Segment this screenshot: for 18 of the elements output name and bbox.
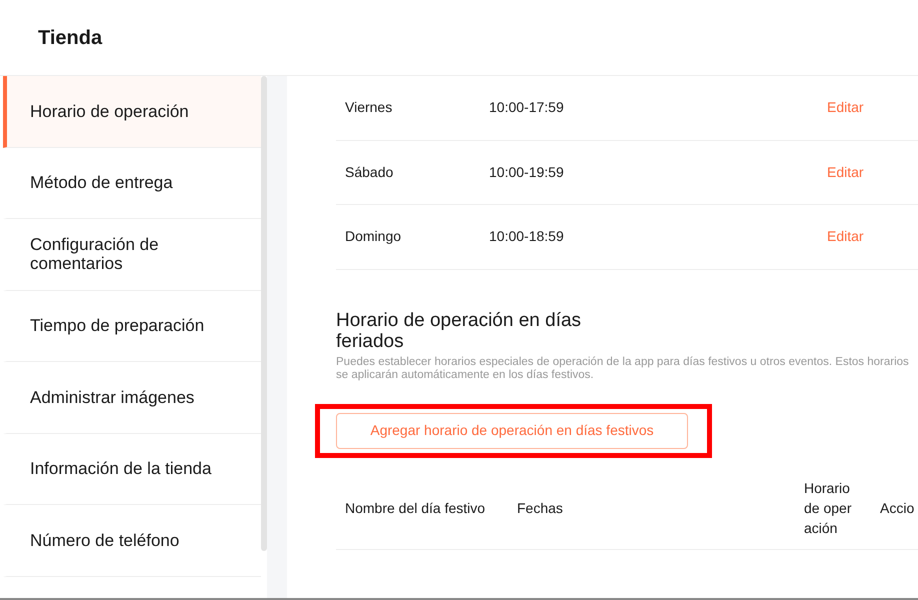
day-label: Sábado <box>344 162 394 182</box>
column-header: Horario de operación <box>804 479 852 538</box>
scrollbar[interactable] <box>261 76 267 551</box>
day-label: Domingo <box>344 227 402 246</box>
hours-text: 10:00-18:59 <box>489 227 565 246</box>
sidebar-item[interactable]: Método de entrega <box>3 148 262 219</box>
column-header: Accio <box>880 498 914 518</box>
sidebar-item[interactable]: Tiempo de preparación <box>3 290 262 362</box>
sidebar-item[interactable]: Información de la tienda <box>3 434 262 505</box>
hours-text: 10:00-19:59 <box>489 162 565 182</box>
column-header: Nombre del día festivo <box>344 498 486 518</box>
column-header: Fechas <box>517 498 564 518</box>
section-title: Horario de operación en días feriados <box>336 310 582 352</box>
sidebar-item[interactable]: Horario de operación <box>3 76 262 148</box>
section-description: Puedes establecer horarios especiales de operación de la app para días festivos u otros eventos. Estos horarios se aplicarán automáticamente en los días festivos. <box>336 356 910 382</box>
day-label: Viernes <box>344 98 394 118</box>
hours-text: 10:00-17:59 <box>489 98 565 118</box>
page-title: Tienda <box>38 26 102 50</box>
